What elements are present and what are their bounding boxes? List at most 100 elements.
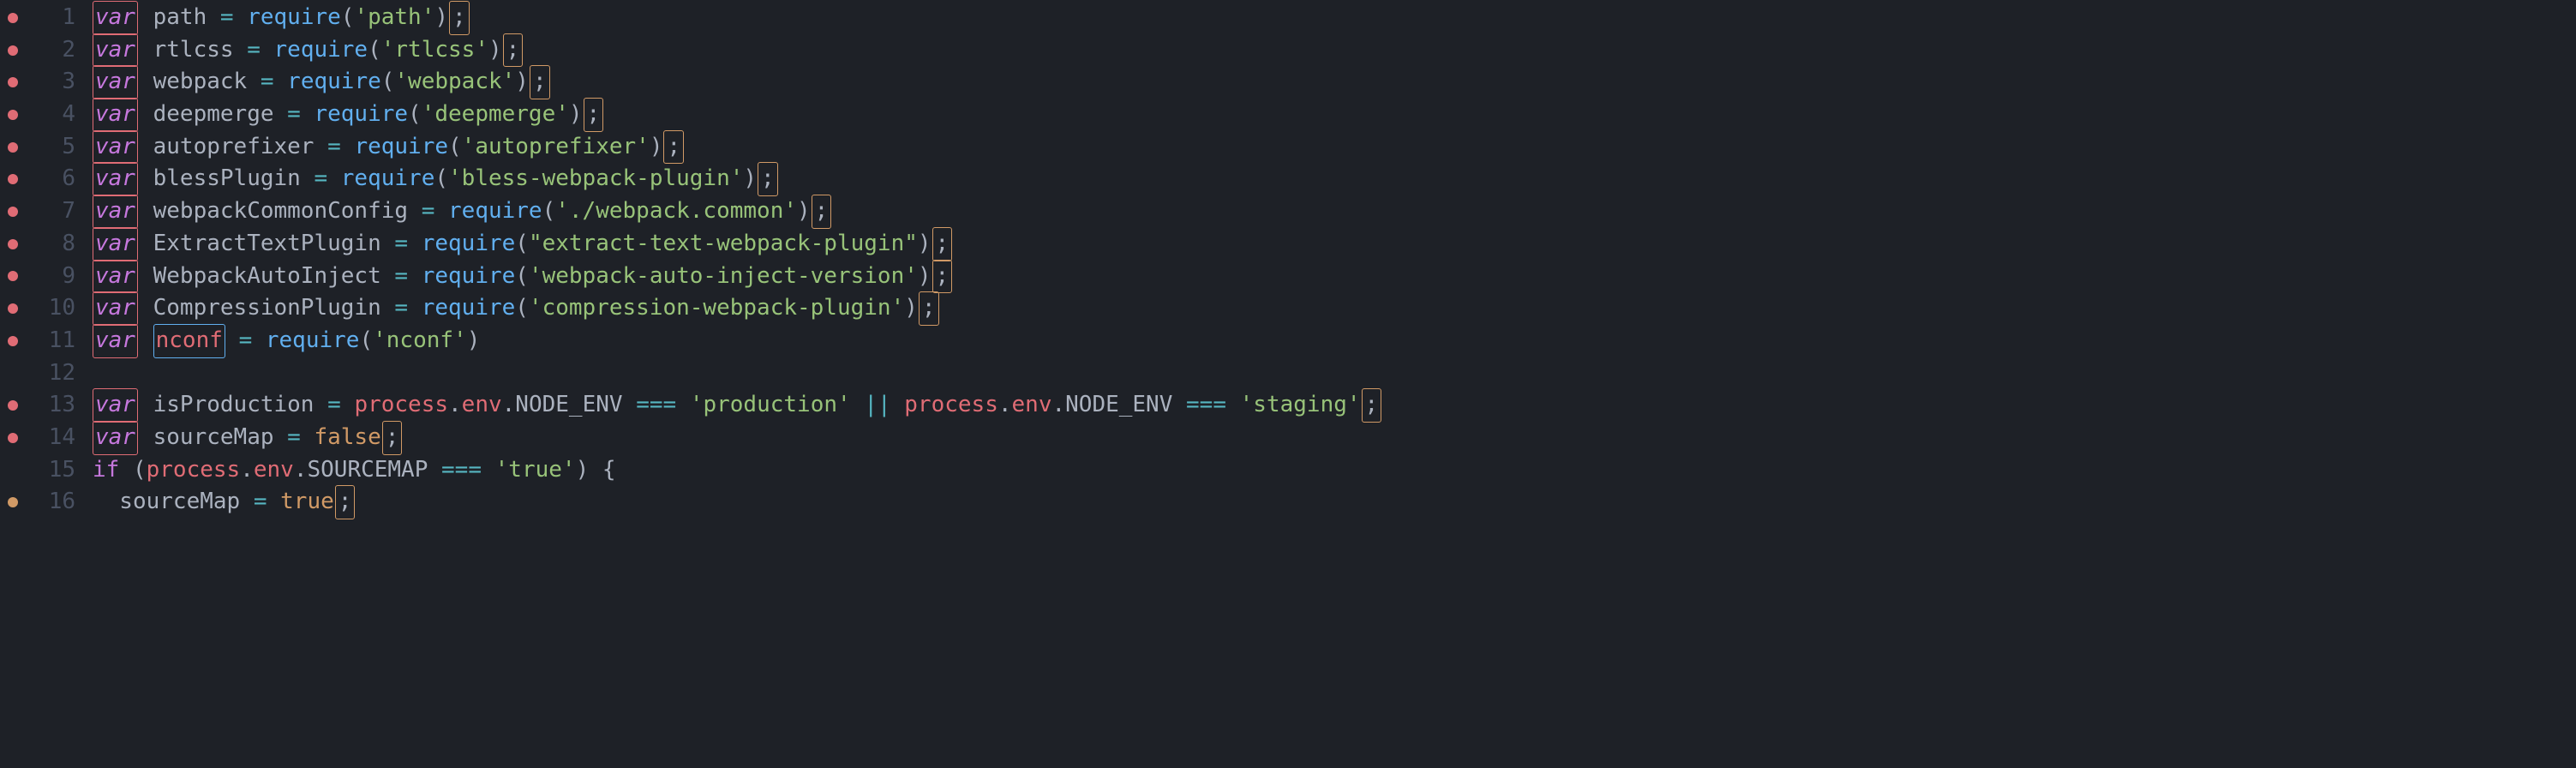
code-line[interactable]: var webpackCommonConfig = require('./web… bbox=[93, 195, 2576, 228]
token-punc: ( bbox=[515, 292, 529, 325]
code-line[interactable]: var path = require('path'); bbox=[93, 2, 2576, 34]
line-number: 8 bbox=[26, 228, 86, 261]
token-func: require bbox=[422, 228, 516, 261]
token-str: 'webpack-auto-inject-version' bbox=[529, 261, 918, 293]
error-dot-icon bbox=[8, 336, 18, 346]
code-line[interactable]: var autoprefixer = require('autoprefixer… bbox=[93, 131, 2576, 164]
lint-marker bbox=[0, 357, 26, 390]
token-punc: ) bbox=[467, 325, 481, 357]
token-op: === bbox=[636, 389, 676, 422]
token-kw-kw: if bbox=[93, 454, 119, 487]
token-box-semi: ; bbox=[812, 195, 832, 229]
token-punc: . bbox=[998, 389, 1012, 422]
lint-marker bbox=[0, 66, 26, 99]
token-str: 'nconf' bbox=[373, 325, 467, 357]
token-func: require bbox=[354, 131, 448, 164]
token-prop: env bbox=[462, 389, 502, 422]
token-punc: ( bbox=[515, 261, 529, 293]
code-line[interactable]: var WebpackAutoInject = require('webpack… bbox=[93, 261, 2576, 293]
token-op: = bbox=[239, 325, 253, 357]
token-ident bbox=[140, 325, 153, 357]
token-prop: process bbox=[147, 454, 241, 487]
token-punc: ( bbox=[434, 163, 448, 195]
token-ident: path bbox=[140, 2, 220, 34]
token-ident bbox=[891, 389, 905, 422]
error-dot-icon bbox=[8, 303, 18, 314]
code-line[interactable] bbox=[93, 357, 2576, 390]
code-line[interactable]: var sourceMap = false; bbox=[93, 422, 2576, 454]
code-line[interactable]: sourceMap = true; bbox=[93, 486, 2576, 519]
token-box-semi: ; bbox=[335, 485, 356, 519]
token-punc: . bbox=[502, 389, 516, 422]
token-func: require bbox=[422, 261, 516, 293]
token-punc: ( bbox=[408, 99, 422, 131]
token-ident: blessPlugin bbox=[140, 163, 315, 195]
token-str: 'path' bbox=[354, 2, 434, 34]
code-line[interactable]: var webpack = require('webpack'); bbox=[93, 66, 2576, 99]
lint-marker bbox=[0, 2, 26, 34]
token-op: || bbox=[864, 389, 890, 422]
token-prop: env bbox=[254, 454, 294, 487]
token-ident: webpackCommonConfig bbox=[140, 195, 422, 228]
token-punc: ) bbox=[434, 2, 448, 34]
token-box-var: var bbox=[93, 65, 138, 99]
code-line[interactable]: var blessPlugin = require('bless-webpack… bbox=[93, 163, 2576, 195]
line-number-gutter: 12345678910111213141516 bbox=[26, 0, 86, 768]
code-line[interactable]: var deepmerge = require('deepmerge'); bbox=[93, 99, 2576, 131]
token-ident bbox=[225, 325, 239, 357]
line-number: 3 bbox=[26, 66, 86, 99]
token-prop: process bbox=[904, 389, 998, 422]
token-op: = bbox=[394, 261, 408, 293]
token-box-semi: ; bbox=[932, 227, 953, 261]
code-line[interactable]: var nconf = require('nconf') bbox=[93, 325, 2576, 357]
token-box-var: var bbox=[93, 260, 138, 294]
token-ident bbox=[234, 2, 248, 34]
token-punc: . bbox=[448, 389, 462, 422]
token-box-semi: ; bbox=[503, 33, 524, 68]
lint-marker bbox=[0, 99, 26, 131]
token-punc: ) bbox=[569, 99, 583, 131]
token-ident: NODE_ENV bbox=[1065, 389, 1186, 422]
code-editor[interactable]: 12345678910111213141516 var path = requi… bbox=[0, 0, 2576, 768]
token-ident bbox=[327, 163, 341, 195]
token-op: = bbox=[327, 131, 341, 164]
code-line[interactable]: var ExtractTextPlugin = require("extract… bbox=[93, 228, 2576, 261]
token-punc: ) bbox=[918, 228, 932, 261]
token-punc: { bbox=[602, 454, 616, 487]
token-box-var: var bbox=[93, 388, 138, 423]
token-func: require bbox=[247, 2, 341, 34]
token-punc: ) bbox=[797, 195, 811, 228]
error-dot-icon bbox=[8, 142, 18, 153]
token-punc: ( bbox=[368, 34, 381, 67]
code-line[interactable]: var CompressionPlugin = require('compres… bbox=[93, 292, 2576, 325]
code-line[interactable]: if (process.env.SOURCEMAP === 'true') { bbox=[93, 454, 2576, 487]
lint-marker bbox=[0, 228, 26, 261]
lint-marker bbox=[0, 131, 26, 164]
code-line[interactable]: var rtlcss = require('rtlcss'); bbox=[93, 34, 2576, 67]
lint-marker bbox=[0, 261, 26, 293]
error-dot-icon bbox=[8, 271, 18, 281]
line-number: 6 bbox=[26, 163, 86, 195]
token-ident bbox=[301, 422, 315, 454]
token-func: require bbox=[422, 292, 516, 325]
token-str: 'production' bbox=[690, 389, 851, 422]
token-ident bbox=[482, 454, 495, 487]
warning-dot-icon bbox=[8, 497, 18, 507]
token-str: "extract-text-webpack-plugin" bbox=[529, 228, 918, 261]
token-const: true bbox=[280, 486, 334, 519]
error-dot-icon bbox=[8, 174, 18, 184]
token-ident bbox=[676, 389, 690, 422]
token-box-var: var bbox=[93, 130, 138, 165]
token-ident bbox=[434, 195, 448, 228]
token-box-semi: ; bbox=[382, 421, 403, 455]
token-ident bbox=[261, 34, 274, 67]
code-line[interactable]: var isProduction = process.env.NODE_ENV … bbox=[93, 389, 2576, 422]
token-func: require bbox=[274, 34, 368, 67]
line-number: 14 bbox=[26, 422, 86, 454]
token-box-semi: ; bbox=[932, 260, 953, 294]
token-ident: WebpackAutoInject bbox=[140, 261, 394, 293]
lint-marker bbox=[0, 325, 26, 357]
token-op: = bbox=[327, 389, 341, 422]
code-area[interactable]: var path = require('path');var rtlcss = … bbox=[86, 0, 2576, 768]
line-number: 11 bbox=[26, 325, 86, 357]
